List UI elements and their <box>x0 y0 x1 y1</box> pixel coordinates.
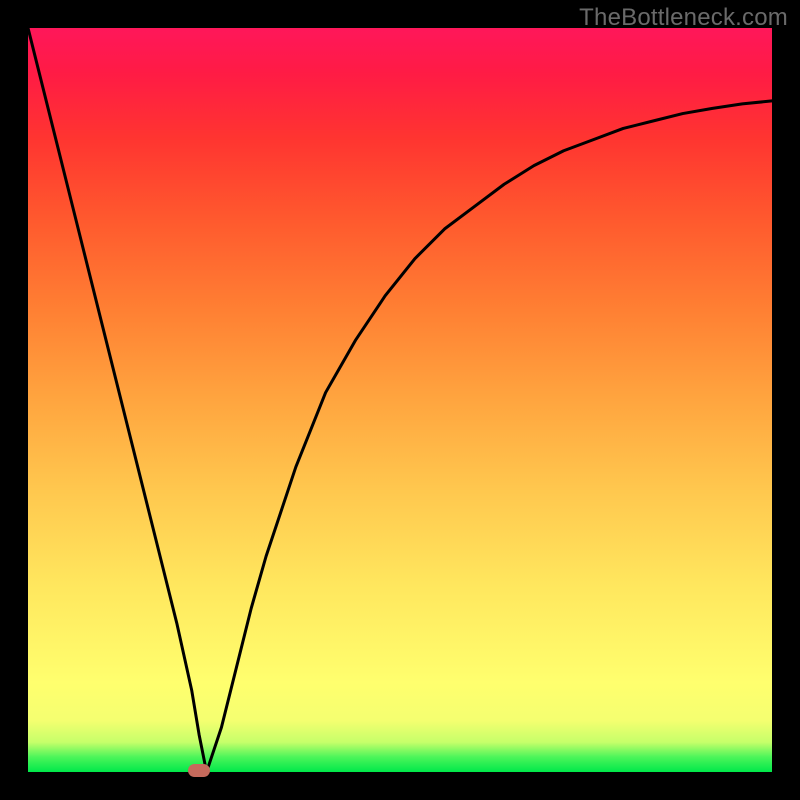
chart-plot-area <box>28 28 772 772</box>
min-point-marker <box>188 764 210 777</box>
chart-curve-svg <box>28 28 772 772</box>
image-frame: TheBottleneck.com <box>0 0 800 800</box>
watermark-text: TheBottleneck.com <box>579 4 788 32</box>
curve-path <box>28 28 772 772</box>
